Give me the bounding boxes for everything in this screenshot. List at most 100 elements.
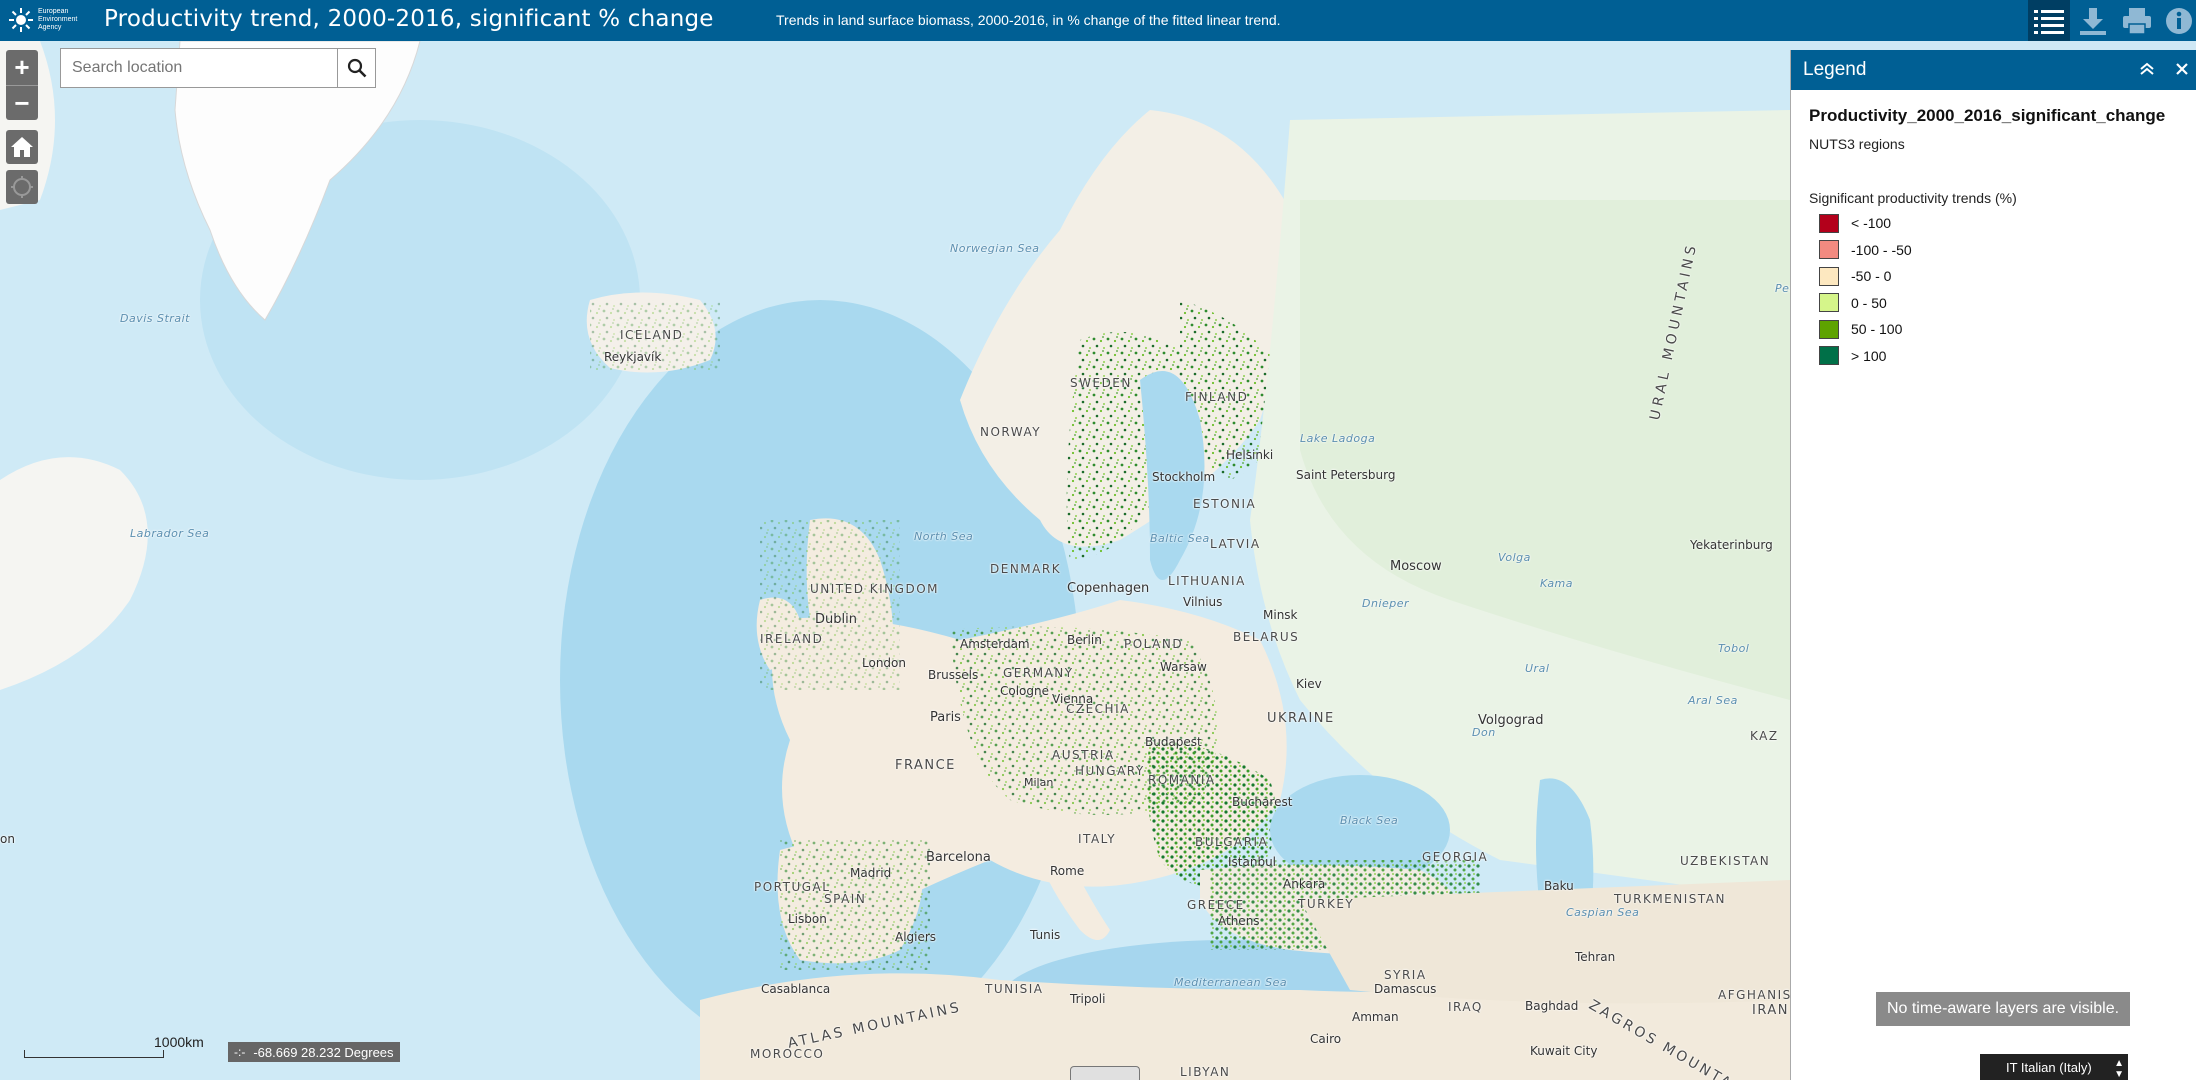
map-label: Tobol xyxy=(1718,642,1750,655)
zoom-out-button[interactable]: − xyxy=(6,86,38,120)
legend-item: 0 - 50 xyxy=(1809,290,2178,317)
map-label: Bucharest xyxy=(1232,795,1293,809)
map-label: Algiers xyxy=(895,930,937,944)
map-label: Dublin xyxy=(815,612,857,627)
map-label: Labrador Sea xyxy=(130,527,210,540)
map-label: Reykjavík xyxy=(604,350,662,364)
eea-logo[interactable]: European Environment Agency xyxy=(8,4,88,36)
print-button[interactable] xyxy=(2116,0,2158,41)
map-label: Paris xyxy=(930,710,961,725)
search-icon xyxy=(347,58,366,78)
language-selector[interactable]: IT Italian (Italy) ▲ ▼ xyxy=(1980,1054,2128,1080)
map-label: Kuwait City xyxy=(1530,1044,1598,1058)
map-label: Copenhagen xyxy=(1067,581,1150,596)
map-label: LATVIA xyxy=(1210,537,1261,551)
logo-text: European Environment Agency xyxy=(38,8,78,31)
map-label: Rome xyxy=(1050,864,1085,878)
map-label: Yekaterinburg xyxy=(1690,538,1773,552)
scale-label: 1000km xyxy=(154,1034,204,1050)
search-button[interactable] xyxy=(337,49,375,87)
legend-item: > 100 xyxy=(1809,343,2178,370)
map-label: POLAND xyxy=(1124,637,1184,651)
collapse-icon[interactable] xyxy=(2139,60,2155,81)
download-button[interactable] xyxy=(2072,0,2114,41)
map-label: ESTONIA xyxy=(1193,497,1257,511)
legend-toggle-button[interactable] xyxy=(2028,0,2070,41)
map-label: Ankara xyxy=(1283,877,1326,891)
map-label: Istanbul xyxy=(1228,855,1277,869)
map-view[interactable]: ICELAND Reykjavík Norwegian Sea Davis Strai… xyxy=(0,41,1790,1080)
map-label: Warsaw xyxy=(1160,660,1207,674)
map-label: DENMARK xyxy=(990,562,1062,576)
map-label: Cologne xyxy=(1000,684,1050,698)
map-label: BULGARIA xyxy=(1195,835,1269,849)
map-label: Amsterdam xyxy=(960,637,1030,651)
zoom-control: + − xyxy=(6,50,38,120)
map-label: on xyxy=(0,832,15,846)
map-label: Budapest xyxy=(1145,735,1202,749)
close-icon[interactable] xyxy=(2175,60,2189,81)
page-subtitle: Trends in land surface biomass, 2000-201… xyxy=(776,12,1281,28)
legend-item-label: -100 - -50 xyxy=(1851,241,1912,258)
map-label: Moscow xyxy=(1390,559,1442,574)
legend-item-label: -50 - 0 xyxy=(1851,268,1892,285)
legend-swatch xyxy=(1819,346,1839,366)
download-icon xyxy=(2080,7,2106,35)
legend-swatch xyxy=(1819,240,1839,260)
map-label: UZBEKISTAN xyxy=(1680,854,1771,868)
map-label: NORWAY xyxy=(980,425,1042,439)
map-label: Vilnius xyxy=(1183,595,1223,609)
locate-icon xyxy=(11,176,33,198)
map-label: SWEDEN xyxy=(1070,376,1132,390)
legend-panel: Legend Productivity_2000_2016_significan… xyxy=(1790,50,2196,1080)
app-header: European Environment Agency Productivity… xyxy=(0,0,2196,41)
legend-item: -100 - -50 xyxy=(1809,237,2178,264)
map-label: Black Sea xyxy=(1340,814,1399,827)
home-icon xyxy=(11,137,33,157)
legend-item-label: < -100 xyxy=(1851,215,1892,232)
coordinate-display[interactable]: -:- -68.669 28.232 Degrees xyxy=(228,1042,400,1062)
map-label: GREECE xyxy=(1187,898,1245,912)
map-label: Pechora xyxy=(1775,282,1790,295)
map-label: Don xyxy=(1472,726,1496,739)
map-label: Lake Ladoga xyxy=(1300,432,1376,445)
map-label: Casablanca xyxy=(761,982,831,996)
map-label: LIBYAN xyxy=(1180,1065,1231,1079)
map-label: FRANCE xyxy=(895,758,956,773)
map-label: AFGHANISTAN xyxy=(1718,988,1790,1002)
map-label: HUNGARY xyxy=(1075,764,1145,778)
map-label: ICELAND xyxy=(620,328,684,342)
search-input[interactable] xyxy=(61,49,337,87)
legend-swatch xyxy=(1819,266,1839,286)
map-label: UNITED KINGDOM xyxy=(810,582,939,596)
locate-button[interactable] xyxy=(6,170,38,204)
search-box xyxy=(60,48,376,88)
legend-body: Productivity_2000_2016_significant_chang… xyxy=(1791,90,2196,385)
map-label: IRAN xyxy=(1752,1003,1789,1018)
map-label: ITALY xyxy=(1078,832,1117,846)
map-label: Barcelona xyxy=(926,850,991,865)
scale-line xyxy=(24,1050,164,1058)
attribute-table-toggle[interactable] xyxy=(1070,1066,1140,1080)
map-label: Dnieper xyxy=(1362,597,1410,610)
info-icon xyxy=(2166,7,2192,34)
map-label: Aral Sea xyxy=(1688,694,1738,707)
map-label: London xyxy=(862,656,906,670)
legend-header: Legend xyxy=(1791,50,2196,90)
zoom-in-button[interactable]: + xyxy=(6,50,38,85)
map-label: GEORGIA xyxy=(1422,850,1489,864)
map-label: Kama xyxy=(1540,577,1574,590)
map-label: TURKEY xyxy=(1298,897,1355,911)
map-label: Ural xyxy=(1525,662,1550,675)
layer-name: Productivity_2000_2016_significant_chang… xyxy=(1809,106,2166,125)
coordinate-text: -68.669 28.232 Degrees xyxy=(253,1044,394,1060)
legend-item: < -100 xyxy=(1809,210,2178,237)
legend-item-label: 50 - 100 xyxy=(1851,321,1903,338)
map-label: BELARUS xyxy=(1233,630,1300,644)
map-label: Stockholm xyxy=(1152,470,1216,484)
map-label: Milan xyxy=(1024,776,1054,789)
map-label: Tunis xyxy=(1030,928,1061,942)
home-button[interactable] xyxy=(6,130,38,164)
legend-swatch xyxy=(1819,319,1839,339)
info-button[interactable] xyxy=(2158,0,2196,41)
